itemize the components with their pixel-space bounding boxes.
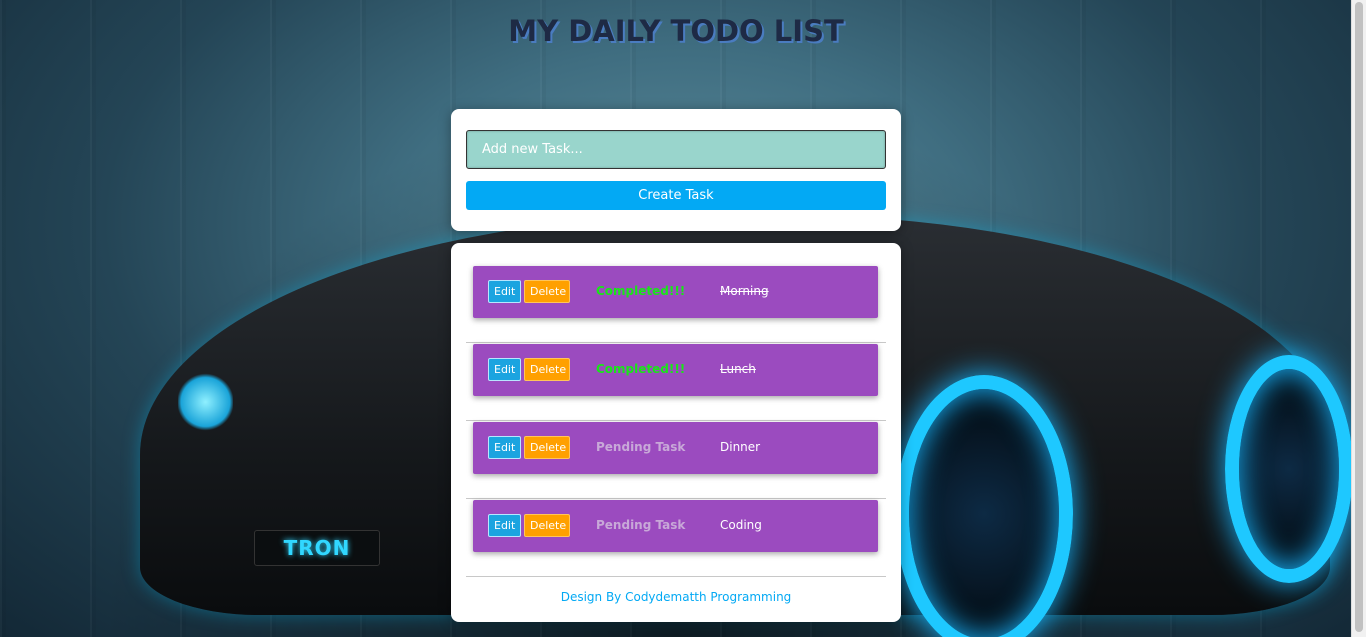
edit-button[interactable]: Edit <box>488 514 521 537</box>
task-name: Coding <box>720 518 762 532</box>
car-license-plate: TRON <box>254 530 380 566</box>
car-headlight <box>178 372 233 432</box>
task-item: Edit Delete Pending Task Dinner <box>473 422 878 474</box>
page-title: MY DAILY TODO LIST <box>508 14 844 48</box>
footer-credit: Design By Codydematth Programming <box>560 590 792 604</box>
task-row: Edit Delete Completed!!! Morning <box>466 265 886 343</box>
task-name: Morning <box>720 284 769 298</box>
create-task-button[interactable]: Create Task <box>466 181 886 210</box>
task-item: Edit Delete Completed!!! Morning <box>473 266 878 318</box>
delete-button[interactable]: Delete <box>524 280 570 303</box>
task-row: Edit Delete Completed!!! Lunch <box>466 343 886 421</box>
task-status: Pending Task <box>596 518 686 532</box>
vertical-scrollbar[interactable] <box>1351 0 1366 637</box>
delete-button[interactable]: Delete <box>524 514 570 537</box>
edit-button[interactable]: Edit <box>488 280 521 303</box>
task-list-card: Edit Delete Completed!!! Morning Edit De… <box>451 243 901 622</box>
task-status: Completed!!! <box>596 362 686 376</box>
task-status: Pending Task <box>596 440 686 454</box>
edit-button[interactable]: Edit <box>488 358 521 381</box>
task-name: Dinner <box>720 440 761 454</box>
task-row: Edit Delete Pending Task Coding <box>466 499 886 577</box>
car-rear-wheel-glow <box>1225 355 1353 583</box>
task-status: Completed!!! <box>596 284 686 298</box>
task-item: Edit Delete Completed!!! Lunch <box>473 344 878 396</box>
delete-button[interactable]: Delete <box>524 358 570 381</box>
edit-button[interactable]: Edit <box>488 436 521 459</box>
new-task-input[interactable] <box>466 130 886 169</box>
task-item: Edit Delete Pending Task Coding <box>473 500 878 552</box>
task-name: Lunch <box>720 362 756 376</box>
scrollbar-thumb[interactable] <box>1355 2 1363 632</box>
task-form-card: Create Task <box>451 109 901 231</box>
delete-button[interactable]: Delete <box>524 436 570 459</box>
task-row: Edit Delete Pending Task Dinner <box>466 421 886 499</box>
car-front-wheel-glow <box>895 375 1073 637</box>
